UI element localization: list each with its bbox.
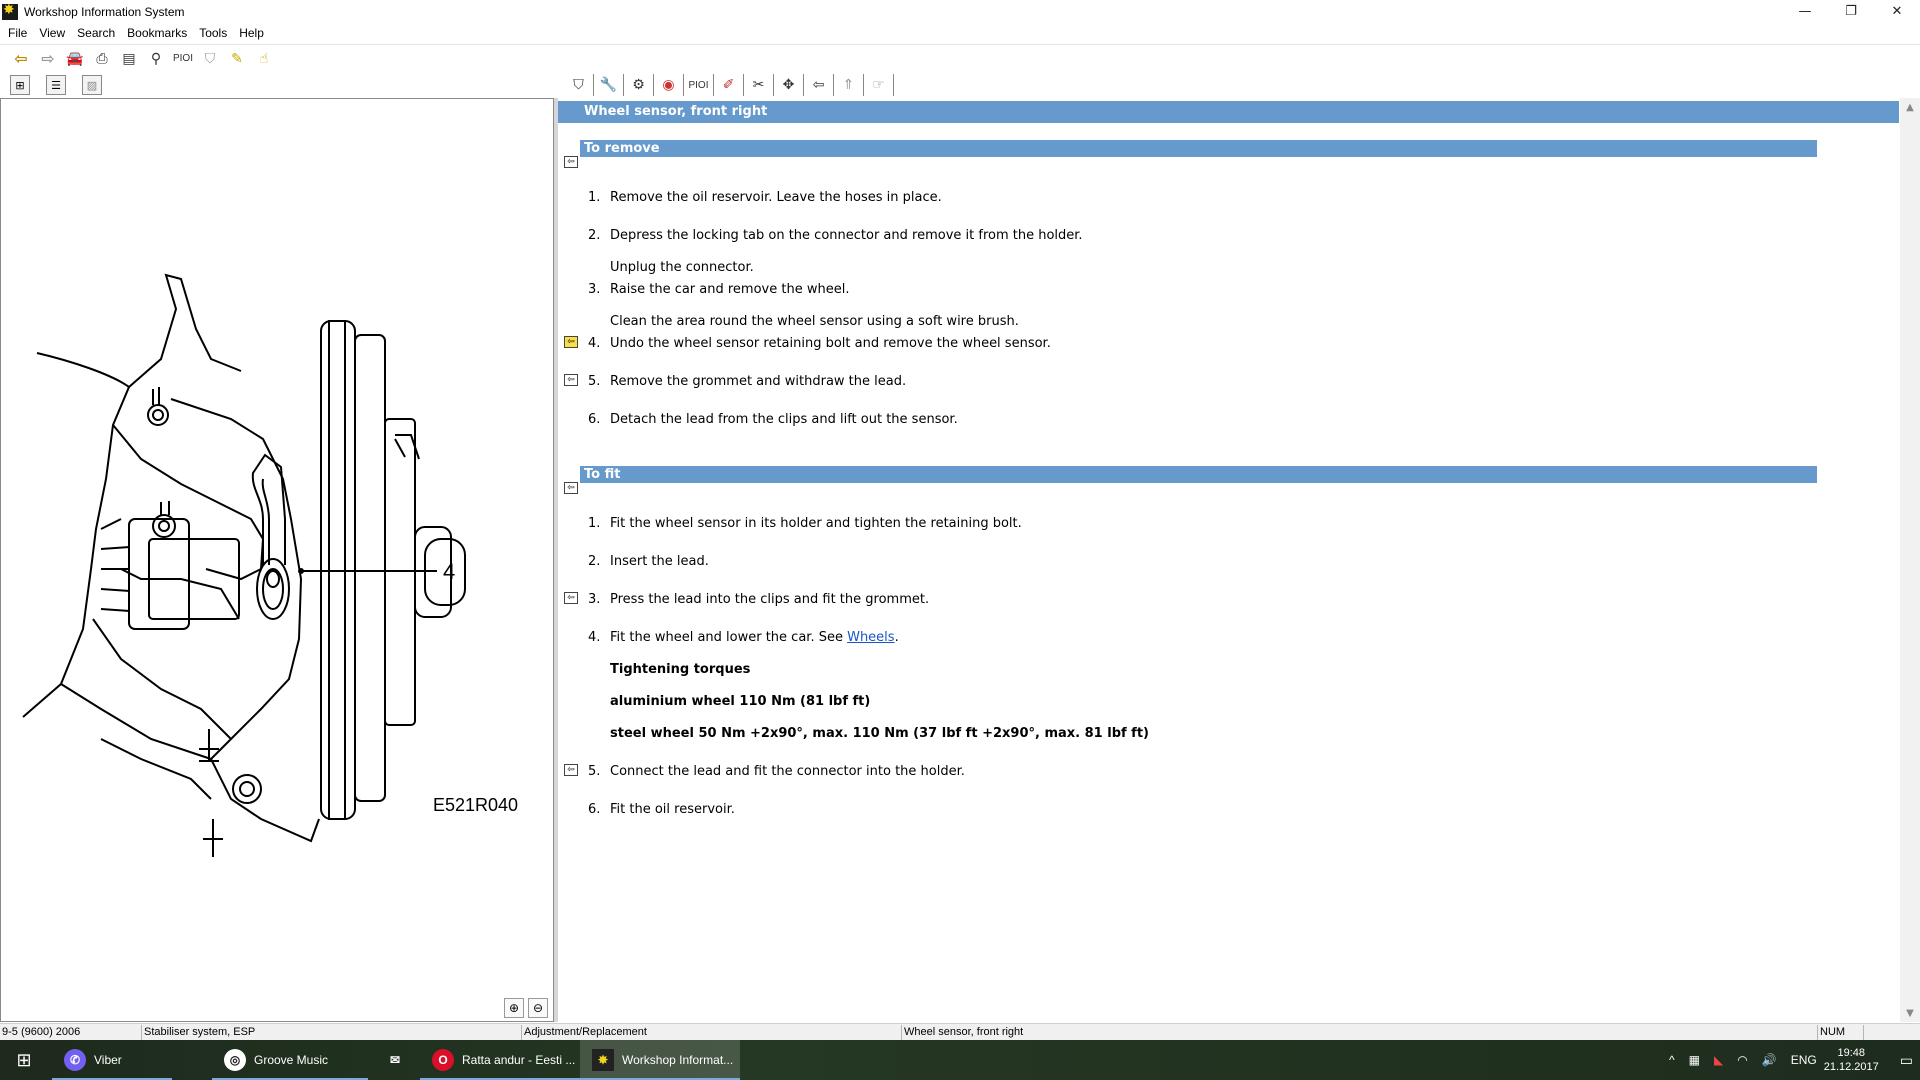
- filter-icon[interactable]: ⛉: [199, 48, 221, 70]
- scroll-down-icon[interactable]: ▼: [1900, 1004, 1920, 1022]
- menu-help[interactable]: Help: [233, 26, 270, 40]
- mail-icon: ✉: [389, 1053, 401, 1067]
- windows-start-icon[interactable]: ⊞: [0, 1040, 48, 1080]
- scroll-up-icon[interactable]: ▲: [1900, 98, 1920, 116]
- status-operation: Adjustment/Replacement: [522, 1025, 902, 1040]
- groove-music-icon: ◎: [224, 1049, 246, 1071]
- zoom-controls: ⊕ ⊖: [504, 998, 548, 1018]
- warning-icon[interactable]: ◉: [654, 74, 684, 96]
- menu-file[interactable]: File: [2, 26, 33, 40]
- figure-code: E521R040: [433, 795, 518, 815]
- binoculars-icon[interactable]: ⚲: [145, 48, 167, 70]
- document-top-icon[interactable]: ⇑: [834, 74, 864, 96]
- close-button[interactable]: ✕: [1874, 0, 1920, 23]
- zoom-in-icon[interactable]: ⊕: [504, 998, 524, 1018]
- status-item: Wheel sensor, front right: [902, 1025, 1818, 1040]
- taskbar-opera[interactable]: O Ratta andur - Eesti ...: [420, 1040, 580, 1080]
- return-arrow-icon[interactable]: ⇦: [564, 374, 578, 386]
- highlighter-icon[interactable]: ✎: [226, 48, 248, 70]
- status-system: Stabiliser system, ESP: [142, 1025, 522, 1040]
- return-arrow-icon[interactable]: ⇦: [564, 764, 578, 776]
- wheels-link[interactable]: Wheels: [847, 630, 894, 645]
- tray-warning-icon[interactable]: ◣: [1714, 1053, 1723, 1067]
- status-num: NUM: [1818, 1025, 1864, 1040]
- torque-aluminium: aluminium wheel 110 Nm (81 lbf ft): [610, 694, 871, 709]
- vertical-scrollbar[interactable]: ▲ ▼: [1900, 98, 1920, 1022]
- workshop-app-icon: ✸: [592, 1049, 614, 1071]
- return-arrow-icon[interactable]: ⇦: [564, 592, 578, 604]
- viber-icon: ✆: [64, 1049, 86, 1071]
- system-tray: ^ ▦ ◣ ◠ 🔊 ENG 19:48 21.12.2017 ▭: [1662, 1040, 1920, 1080]
- pointer-hand-icon[interactable]: ☝: [253, 48, 275, 70]
- restore-button[interactable]: ❐: [1828, 0, 1874, 23]
- menu-tools[interactable]: Tools: [193, 26, 233, 40]
- status-bar: 9-5 (9600) 2006 Stabiliser system, ESP A…: [0, 1023, 1920, 1040]
- window-title: Workshop Information System: [24, 4, 185, 19]
- hand-icon[interactable]: ☞: [864, 74, 894, 96]
- menu-bar: File View Search Bookmarks Tools Help: [0, 23, 1920, 43]
- clock[interactable]: 19:48 21.12.2017: [1824, 1046, 1879, 1074]
- clock-time: 19:48: [1837, 1047, 1865, 1059]
- window-controls: — ❐ ✕: [1782, 0, 1920, 23]
- volume-icon[interactable]: 🔊: [1762, 1053, 1777, 1067]
- title-bar: Workshop Information System — ❐ ✕: [0, 0, 1920, 23]
- pioi-button[interactable]: PIOI: [172, 48, 194, 70]
- taskbar-mail[interactable]: ✉: [372, 1040, 420, 1080]
- car-icon[interactable]: 🚘: [64, 48, 86, 70]
- print-icon[interactable]: ⎙: [91, 48, 113, 70]
- main-toolbar: ⇦ ⇨ 🚘 ⎙ ▤ ⚲ PIOI ⛉ ✎ ☝: [0, 44, 1920, 72]
- pioi-doc-button[interactable]: PIOI: [684, 74, 714, 96]
- forward-arrow-icon[interactable]: ⇨: [37, 48, 59, 70]
- taskbar: ⊞ ✆ Viber ◎ Groove Music ✉ O Ratta andur…: [0, 1040, 1920, 1080]
- taskbar-workshop[interactable]: ✸ Workshop Informat...: [580, 1040, 740, 1080]
- move-icon[interactable]: ✥: [774, 74, 804, 96]
- minimize-button[interactable]: —: [1782, 0, 1828, 23]
- return-arrow-icon[interactable]: ⇦: [564, 156, 578, 168]
- app-logo-icon: [2, 2, 18, 20]
- document-pane: Wheel sensor, front right To remove ⇦ 1.…: [558, 98, 1920, 1022]
- language-indicator[interactable]: ENG: [1791, 1053, 1817, 1067]
- page-title: Wheel sensor, front right: [558, 101, 1899, 123]
- list-view-icon[interactable]: ☰: [46, 75, 66, 95]
- illustration-pane: 4 E521R040: [0, 98, 554, 1022]
- taskbar-groove-music[interactable]: ◎ Groove Music: [212, 1040, 368, 1080]
- wifi-icon[interactable]: ◠: [1737, 1053, 1747, 1067]
- left-pane-toolbar: ⊞ ☰ ▨: [0, 72, 554, 98]
- wrench-icon[interactable]: 🔧: [594, 74, 624, 96]
- clock-date: 21.12.2017: [1823, 1061, 1879, 1073]
- tools-cross-icon[interactable]: ✂: [744, 74, 774, 96]
- torque-title: Tightening torques: [610, 662, 751, 677]
- caution-arrow-icon[interactable]: ⇦: [564, 336, 578, 348]
- remove-note-unplug: Unplug the connector.: [610, 260, 754, 275]
- menu-search[interactable]: Search: [71, 26, 121, 40]
- taskbar-viber[interactable]: ✆ Viber: [52, 1040, 172, 1080]
- gears-icon[interactable]: ⚙: [624, 74, 654, 96]
- return-arrow-icon[interactable]: ⇦: [564, 482, 578, 494]
- opera-icon: O: [432, 1049, 454, 1071]
- status-model: 9-5 (9600) 2006: [0, 1025, 142, 1040]
- section-to-fit: To fit: [580, 466, 1817, 483]
- menu-view[interactable]: View: [33, 26, 71, 40]
- image-view-icon[interactable]: ▨: [82, 75, 102, 95]
- notifications-icon[interactable]: ▭: [1900, 1052, 1913, 1069]
- callout-number: 4: [443, 559, 455, 584]
- wheel-sensor-illustration: 4 E521R040: [22, 273, 518, 857]
- tray-chevron-icon[interactable]: ^: [1669, 1053, 1675, 1067]
- step-back-icon[interactable]: ⇦: [804, 74, 834, 96]
- tree-view-icon[interactable]: ⊞: [10, 75, 30, 95]
- section-to-remove: To remove: [580, 140, 1817, 157]
- zoom-out-icon[interactable]: ⊖: [528, 998, 548, 1018]
- back-arrow-icon[interactable]: ⇦: [10, 48, 32, 70]
- shield-icon[interactable]: ⛉: [564, 74, 594, 96]
- remove-note-clean: Clean the area round the wheel sensor us…: [610, 314, 1019, 329]
- torque-steel: steel wheel 50 Nm +2x90°, max. 110 Nm (3…: [610, 726, 1149, 741]
- menu-bookmarks[interactable]: Bookmarks: [121, 26, 193, 40]
- document-toolbar: ⛉ 🔧 ⚙ ◉ PIOI ✐ ✂ ✥ ⇦ ⇑ ☞: [560, 72, 1920, 98]
- save-document-icon[interactable]: ▤: [118, 48, 140, 70]
- tray-app-icon[interactable]: ▦: [1689, 1053, 1700, 1067]
- tool-icon[interactable]: ✐: [714, 74, 744, 96]
